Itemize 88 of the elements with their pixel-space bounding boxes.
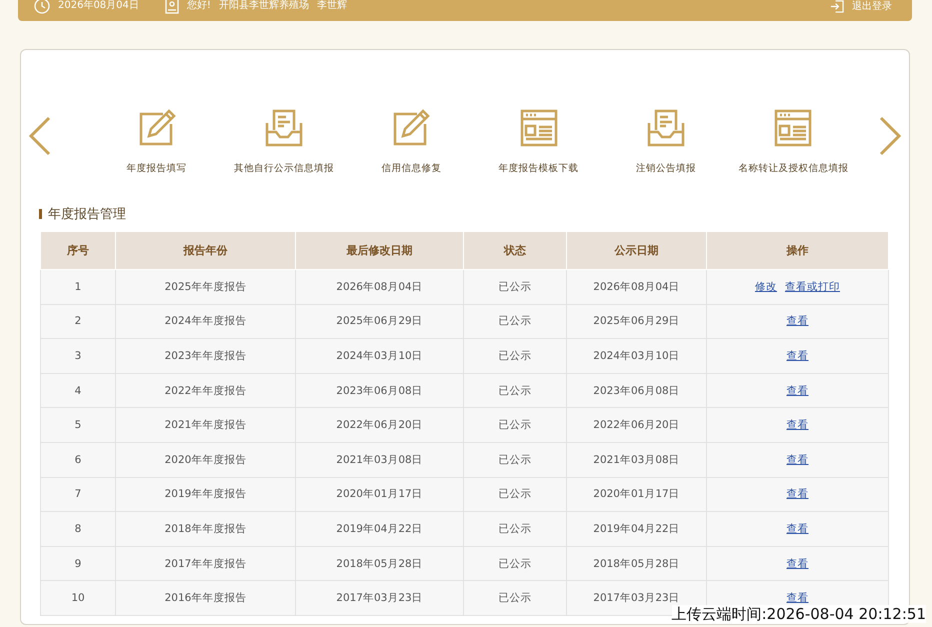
table-cell: 2024年03月10日 xyxy=(566,338,706,374)
table-cell: 已公示 xyxy=(464,408,566,442)
edit-icon xyxy=(391,108,432,148)
table-cell: 2019年04月22日 xyxy=(566,512,706,546)
table-cell: 已公示 xyxy=(464,373,566,408)
action-link[interactable]: 修改 xyxy=(755,280,777,293)
table-cell: 2020年年度报告 xyxy=(116,442,296,478)
action-link[interactable]: 查看 xyxy=(786,488,808,500)
table-cell: 2025年年度报告 xyxy=(116,270,296,304)
table-cell: 2021年03月08日 xyxy=(566,442,706,478)
inbox-icon xyxy=(646,108,686,148)
table-cell: 2016年年度报告 xyxy=(116,580,296,616)
action-link[interactable]: 查看 xyxy=(786,592,808,604)
table-cell: 2024年年度报告 xyxy=(116,304,296,339)
table-cell: 2017年年度报告 xyxy=(116,546,296,581)
action-link[interactable]: 查看 xyxy=(786,350,808,362)
column-header: 最后修改日期 xyxy=(296,232,464,270)
action-link[interactable]: 查看 xyxy=(786,454,808,466)
table-cell: 2026年08月04日 xyxy=(566,270,706,304)
table-cell: 3 xyxy=(40,338,116,374)
service-item[interactable]: 其他自行公示信息填报 xyxy=(220,108,348,175)
table-cell: 2017年03月23日 xyxy=(296,580,464,616)
section-title: 年度报告管理 xyxy=(48,206,126,223)
table-cell: 2023年06月08日 xyxy=(566,373,706,408)
table-cell: 2022年06月20日 xyxy=(566,408,706,442)
table-cell: 已公示 xyxy=(464,477,566,512)
table-cell: 2018年05月28日 xyxy=(296,546,464,581)
table-cell: 2021年03月08日 xyxy=(296,442,464,478)
table-cell: 已公示 xyxy=(464,580,566,616)
table-cell: 8 xyxy=(40,512,116,546)
table-cell: 已公示 xyxy=(464,270,566,304)
column-header: 操作 xyxy=(706,232,888,270)
column-header: 状态 xyxy=(464,232,566,270)
table-cell: 4 xyxy=(40,373,116,408)
table-cell: 6 xyxy=(40,442,116,478)
service-item[interactable]: 名称转让及授权信息填报 xyxy=(730,108,857,175)
table-cell: 2 xyxy=(40,304,116,339)
user-name: 李世辉 xyxy=(316,0,347,13)
table-cell: 2025年06月29日 xyxy=(566,304,706,339)
table-cell: 2023年年度报告 xyxy=(116,338,296,374)
action-link[interactable]: 查看 xyxy=(786,384,808,397)
table-cell: 2022年年度报告 xyxy=(116,373,296,408)
form-icon xyxy=(773,108,814,148)
table-cell: 2018年年度报告 xyxy=(116,512,296,546)
table-cell: 2023年06月08日 xyxy=(296,373,464,408)
table-cell: 2024年03月10日 xyxy=(296,338,464,374)
table-cell: 5 xyxy=(40,408,116,442)
action-link[interactable]: 查看 xyxy=(786,419,808,432)
table-cell: 1 xyxy=(40,270,116,304)
action-link[interactable]: 查看 xyxy=(786,315,808,328)
table-cell: 已公示 xyxy=(464,546,566,581)
form-icon xyxy=(518,108,559,148)
upload-timestamp: 上传云端时间:2026-08-04 20:12:51 xyxy=(672,605,926,623)
service-item[interactable]: 年度报告填写 xyxy=(93,108,220,175)
table-cell: 已公示 xyxy=(464,304,566,339)
previous-arrow-icon[interactable] xyxy=(27,116,53,156)
table-cell: 2020年01月17日 xyxy=(296,477,464,512)
table-cell: 2026年08月04日 xyxy=(296,270,464,304)
column-header: 公示日期 xyxy=(566,232,706,270)
greeting: 您好! xyxy=(186,0,211,13)
table-cell: 2025年06月29日 xyxy=(296,304,464,339)
table-cell: 2020年01月17日 xyxy=(566,477,706,512)
action-link[interactable]: 查看 xyxy=(786,558,808,570)
inbox-icon xyxy=(264,108,304,148)
table-cell: 2021年年度报告 xyxy=(116,408,296,442)
table-cell: 2022年06月20日 xyxy=(296,408,464,442)
table-cell: 已公示 xyxy=(464,512,566,546)
next-arrow-icon[interactable] xyxy=(877,116,903,156)
current-date: 2026年08月04日 xyxy=(58,0,139,13)
table-cell: 2019年年度报告 xyxy=(116,477,296,512)
service-item[interactable]: 注销公告填报 xyxy=(602,108,730,175)
logout-icon xyxy=(830,0,844,13)
table-cell: 10 xyxy=(40,580,116,616)
clock-icon xyxy=(34,0,50,14)
table-cell: 2018年05月28日 xyxy=(566,546,706,581)
table-cell: 9 xyxy=(40,546,116,581)
service-item[interactable]: 年度报告模板下载 xyxy=(475,108,602,175)
table-cell: 已公示 xyxy=(464,338,566,374)
action-link[interactable]: 查看 xyxy=(786,522,808,535)
title-marker xyxy=(39,209,42,219)
table-cell: 已公示 xyxy=(464,442,566,478)
table-cell: 2019年04月22日 xyxy=(296,512,464,546)
action-link[interactable]: 查看或打印 xyxy=(785,280,840,293)
user-card-icon xyxy=(164,0,179,14)
service-item[interactable]: 信用信息修复 xyxy=(348,108,475,175)
column-header: 序号 xyxy=(40,232,116,270)
column-header: 报告年份 xyxy=(116,232,296,270)
table-cell: 7 xyxy=(40,477,116,512)
